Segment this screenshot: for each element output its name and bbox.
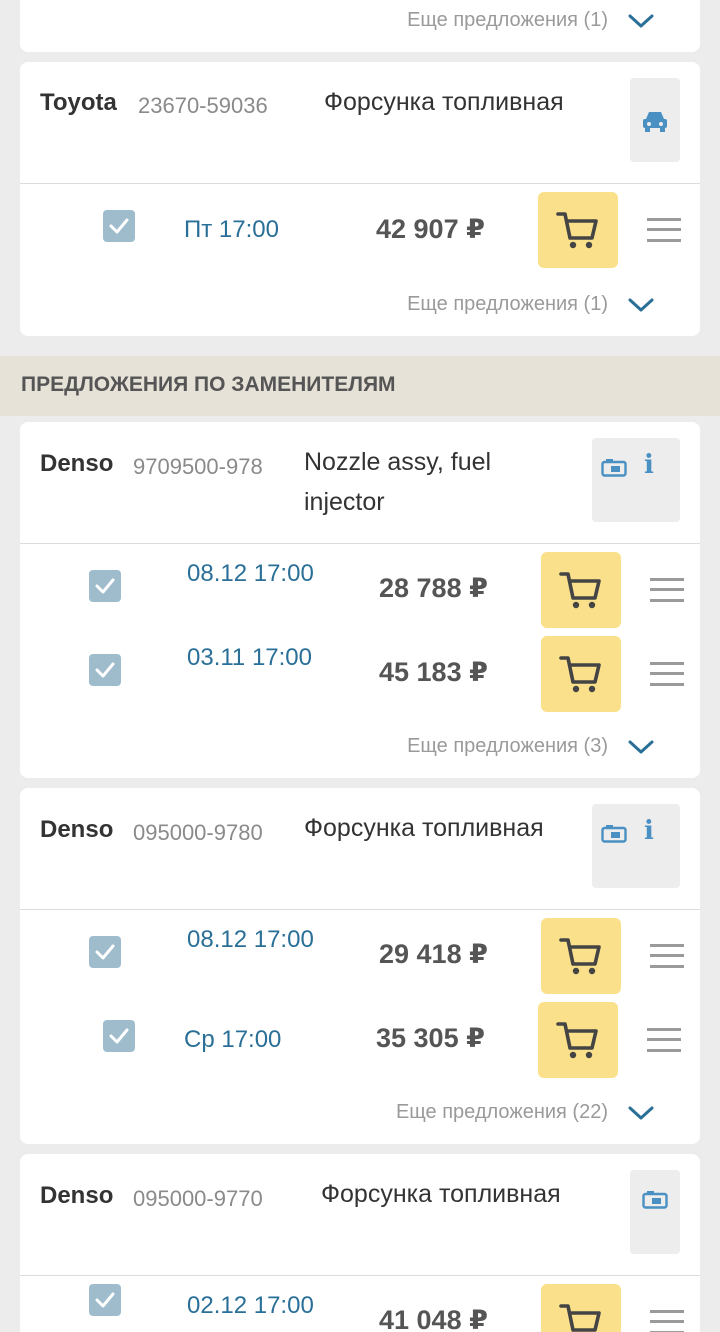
more-offers-label: Еще предложения (22): [395, 1100, 608, 1123]
offer-price: 28 788 ₽: [379, 573, 488, 603]
cart-icon: [559, 568, 603, 612]
cart-icon: [556, 208, 600, 252]
brand-name: Denso: [40, 816, 114, 843]
offer-checkbox[interactable]: [103, 1020, 135, 1052]
section-title: ПРЕДЛОЖЕНИЯ ПО ЗАМЕНИТЕЛЯМ: [21, 373, 396, 396]
cart-icon: [559, 934, 603, 978]
delivery-date: 08.12 17:00: [187, 926, 314, 953]
menu-icon[interactable]: [650, 662, 684, 686]
chevron-down-icon[interactable]: [628, 1105, 654, 1121]
more-offers-label: Еще предложения (1): [407, 8, 608, 31]
brand-name: Toyota: [40, 89, 117, 116]
divider: [20, 909, 700, 910]
part-number[interactable]: 095000-9770: [133, 1186, 263, 1212]
cart-icon: [559, 652, 603, 696]
cart-icon: [556, 1018, 600, 1062]
part-description: Nozzle assy, fuel injector: [304, 442, 491, 522]
product-card-denso-1: Denso 9709500-978 Nozzle assy, fuel inje…: [20, 422, 700, 778]
menu-icon[interactable]: [650, 578, 684, 602]
more-offers-label: Еще предложения (3): [407, 734, 608, 757]
add-to-cart-button[interactable]: [541, 552, 621, 628]
menu-icon[interactable]: [647, 218, 681, 242]
more-offers-link[interactable]: Еще предложения (1): [407, 289, 608, 319]
add-to-cart-button[interactable]: [538, 192, 618, 268]
part-description-line: Nozzle assy, fuel: [304, 448, 492, 476]
delivery-date: 02.12 17:00: [187, 1292, 314, 1319]
part-number[interactable]: 23670-59036: [138, 93, 268, 119]
divider: [20, 1275, 700, 1276]
chevron-down-icon[interactable]: [628, 739, 654, 755]
brand-name: Denso: [40, 450, 114, 477]
chevron-down-icon[interactable]: [628, 13, 654, 29]
offer-price: 29 418 ₽: [379, 939, 488, 969]
offer-checkbox[interactable]: [89, 654, 121, 686]
add-to-cart-button[interactable]: [538, 1002, 618, 1078]
delivery-date: Ср 17:00: [184, 1026, 282, 1053]
part-number[interactable]: 095000-9780: [133, 820, 263, 846]
delivery-date: 08.12 17:00: [187, 560, 314, 587]
part-number[interactable]: 9709500-978: [133, 454, 263, 480]
part-description: Форсунка топливная: [321, 1180, 561, 1208]
camera-icon[interactable]: [601, 457, 627, 477]
icon-panel: [630, 78, 680, 162]
part-description-line: injector: [304, 488, 385, 516]
offer-checkbox[interactable]: [89, 570, 121, 602]
more-offers-link[interactable]: Еще предложения (22): [396, 1097, 608, 1127]
icon-panel: i: [592, 804, 680, 888]
icon-panel: [630, 1170, 680, 1254]
divider: [20, 543, 700, 544]
offer-price: 41 048 ₽: [379, 1305, 488, 1332]
offer-checkbox[interactable]: [89, 1284, 121, 1316]
menu-icon[interactable]: [647, 1028, 681, 1052]
product-card-denso-3: Denso 095000-9770 Форсунка топливная 02.…: [20, 1154, 700, 1332]
add-to-cart-button[interactable]: [541, 636, 621, 712]
part-description: Форсунка топливная: [304, 814, 544, 842]
offer-checkbox[interactable]: [89, 936, 121, 968]
offer-price: 42 907 ₽: [376, 214, 485, 244]
offer-checkbox[interactable]: [103, 210, 135, 242]
section-header-substitutes: ПРЕДЛОЖЕНИЯ ПО ЗАМЕНИТЕЛЯМ: [0, 356, 720, 416]
brand-name: Denso: [40, 1182, 114, 1209]
more-offers-link[interactable]: Еще предложения (1): [407, 5, 608, 35]
camera-icon[interactable]: [642, 1189, 668, 1209]
add-to-cart-button[interactable]: [541, 1284, 621, 1332]
menu-icon[interactable]: [650, 944, 684, 968]
camera-icon[interactable]: [601, 823, 627, 843]
offer-price: 35 305 ₽: [376, 1023, 485, 1053]
car-icon[interactable]: [641, 109, 669, 133]
product-card-toyota: Toyota 23670-59036 Форсунка топливная Пт…: [20, 62, 700, 336]
more-offers-label: Еще предложения (1): [407, 292, 608, 315]
info-icon[interactable]: i: [644, 816, 654, 846]
menu-icon[interactable]: [650, 1310, 684, 1332]
chevron-down-icon[interactable]: [628, 297, 654, 313]
offer-price: 45 183 ₽: [379, 657, 488, 687]
icon-panel: i: [592, 438, 680, 522]
more-offers-link[interactable]: Еще предложения (3): [407, 731, 608, 761]
info-icon[interactable]: i: [644, 450, 654, 480]
delivery-date: 03.11 17:00: [187, 644, 313, 671]
part-description: Форсунка топливная: [324, 88, 564, 116]
product-card-denso-2: Denso 095000-9780 Форсунка топливная i 0…: [20, 788, 700, 1144]
delivery-date: Пт 17:00: [184, 216, 279, 243]
product-card-partial: Еще предложения (1): [20, 0, 700, 52]
add-to-cart-button[interactable]: [541, 918, 621, 994]
divider: [20, 183, 700, 184]
cart-icon: [559, 1300, 603, 1332]
